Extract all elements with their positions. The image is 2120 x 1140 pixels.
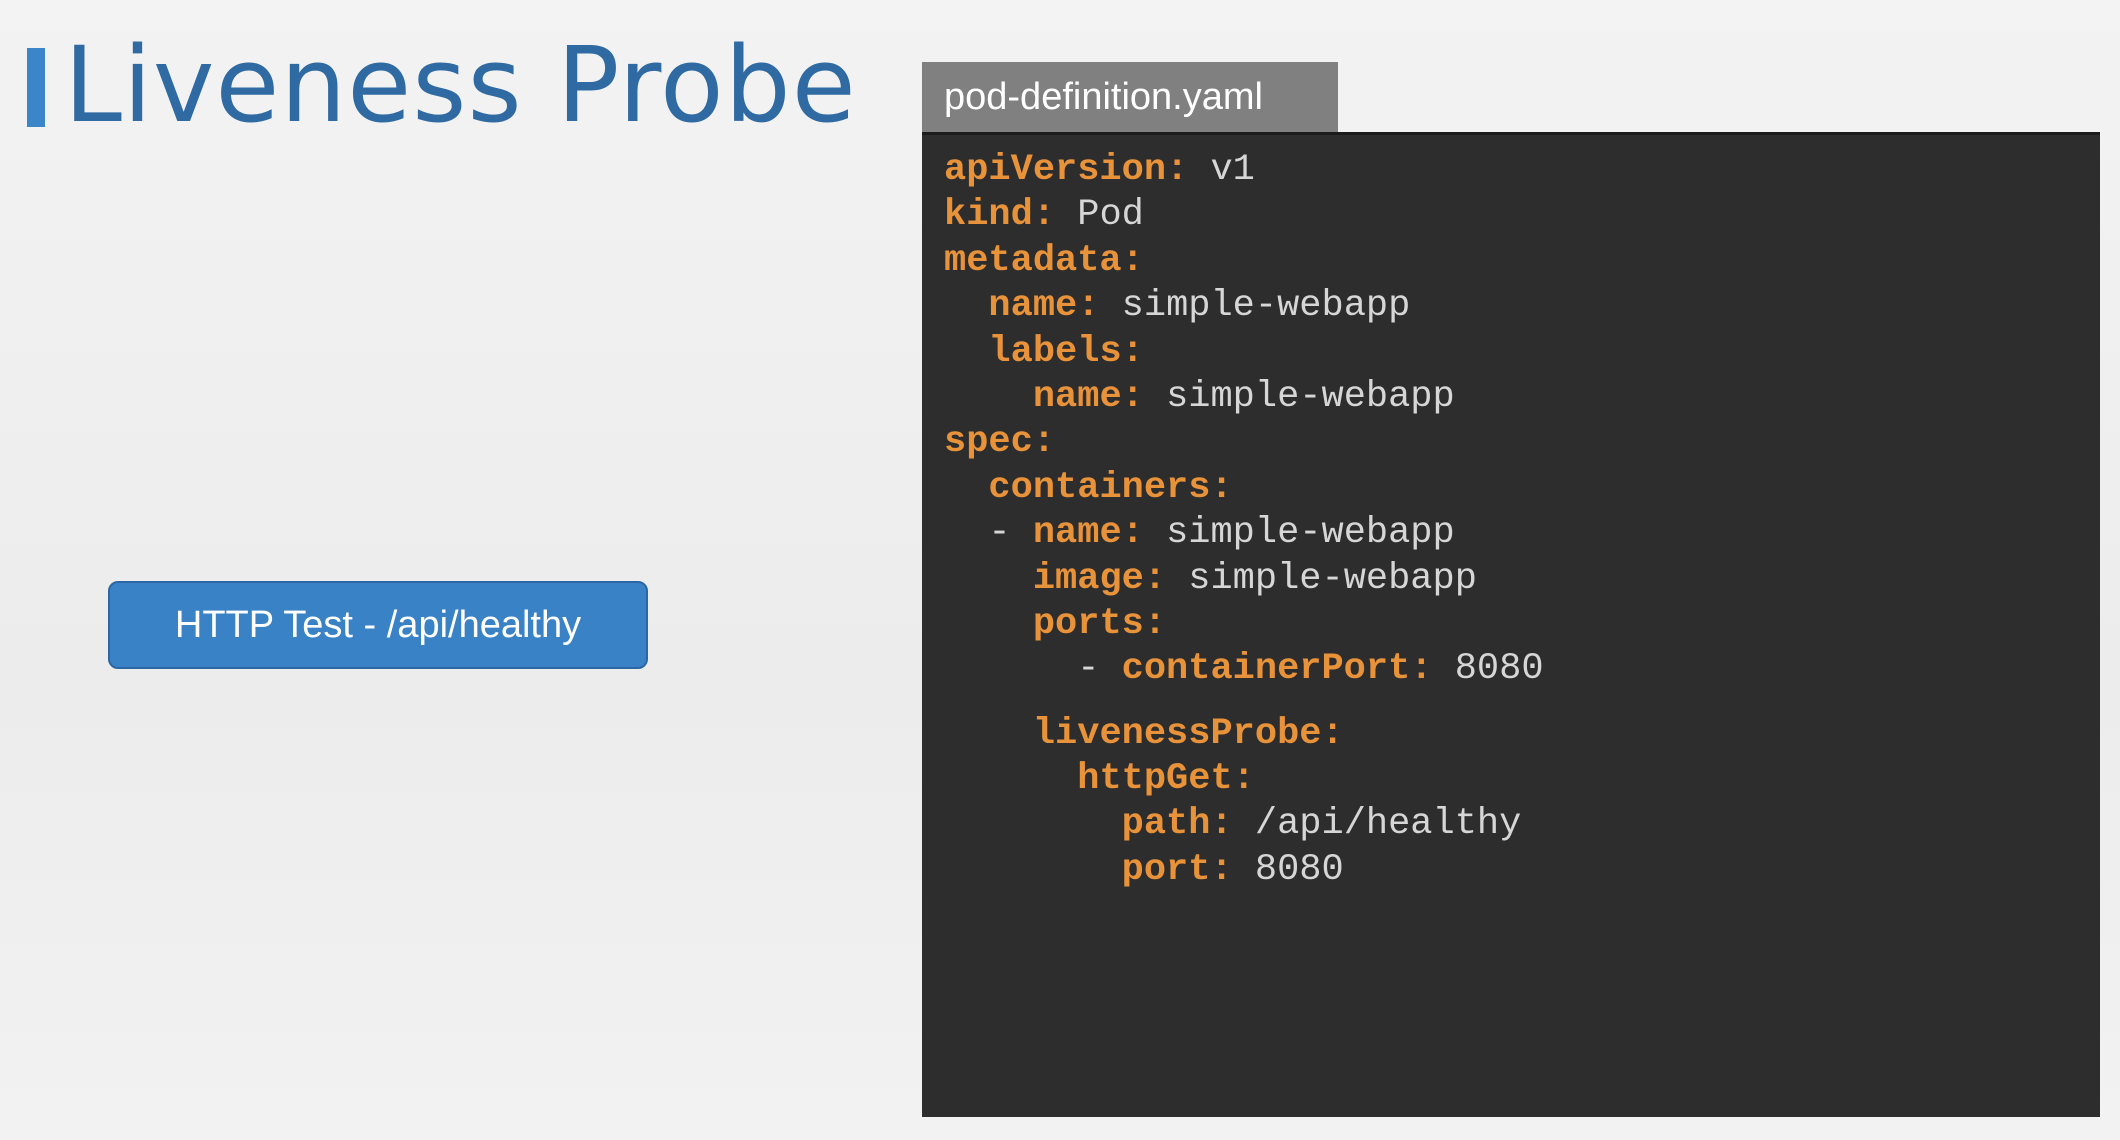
yaml-value: simple-webapp: [1166, 557, 1477, 600]
code-line: httpGet:: [944, 757, 1544, 802]
yaml-value: v1: [1188, 149, 1255, 191]
yaml-key: httpGet:: [1077, 758, 1255, 801]
code-line: name: simple-webapp: [944, 284, 1544, 329]
title-accent-bar: [27, 48, 45, 127]
code-line: labels:: [944, 330, 1544, 375]
yaml-key: path:: [1121, 803, 1233, 846]
yaml-key: labels:: [988, 330, 1144, 373]
code-line: kind: Pod: [944, 193, 1544, 238]
yaml-value: /api/healthy: [1232, 803, 1522, 846]
file-tab: pod-definition.yaml: [922, 62, 1338, 132]
file-tab-label: pod-definition.yaml: [944, 75, 1263, 118]
yaml-key: name:: [988, 285, 1100, 328]
code-indent: -: [944, 648, 1122, 691]
code-line: metadata:: [944, 239, 1544, 284]
yaml-value: simple-webapp: [1143, 375, 1455, 418]
code-line: - name: simple-webapp: [944, 511, 1544, 556]
yaml-code: apiVersion: v1 kind: Pod metadata: name: s…: [944, 148, 1544, 893]
yaml-key: spec:: [944, 421, 1056, 464]
code-line: apiVersion: v1: [944, 148, 1544, 193]
code-line: containers:: [944, 466, 1544, 511]
yaml-value: Pod: [1055, 194, 1144, 237]
yaml-key: kind:: [944, 194, 1056, 237]
code-line: port: 8080: [944, 848, 1544, 893]
yaml-key: apiVersion:: [944, 149, 1189, 191]
yaml-key: ports:: [1032, 602, 1167, 645]
yaml-value: simple-webapp: [1143, 512, 1455, 555]
code-line: name: simple-webapp: [944, 375, 1544, 420]
code-line: - containerPort: 8080: [944, 647, 1544, 692]
page-title: Liveness Probe: [64, 24, 857, 146]
code-line: livenessProbe:: [944, 712, 1544, 757]
code-line: spec:: [944, 420, 1544, 465]
http-test-button[interactable]: HTTP Test - /api/healthy: [108, 581, 648, 669]
yaml-key: livenessProbe:: [1032, 712, 1344, 755]
yaml-value: 8080: [1432, 648, 1544, 691]
yaml-value: simple-webapp: [1099, 285, 1411, 328]
yaml-key: name:: [1032, 375, 1144, 418]
yaml-value: 8080: [1232, 848, 1344, 891]
code-line: image: simple-webapp: [944, 557, 1544, 602]
yaml-key: port:: [1121, 848, 1233, 891]
code-indent: -: [944, 512, 1033, 555]
yaml-key: containerPort:: [1121, 648, 1433, 691]
yaml-key: image:: [1032, 557, 1167, 600]
code-line: ports:: [944, 602, 1544, 647]
yaml-key: metadata:: [944, 239, 1144, 282]
yaml-key: name:: [1032, 512, 1144, 555]
yaml-key: containers:: [988, 466, 1233, 509]
code-panel: apiVersion: v1 kind: Pod metadata: name: s…: [922, 132, 2100, 1117]
code-line: path: /api/healthy: [944, 802, 1544, 847]
